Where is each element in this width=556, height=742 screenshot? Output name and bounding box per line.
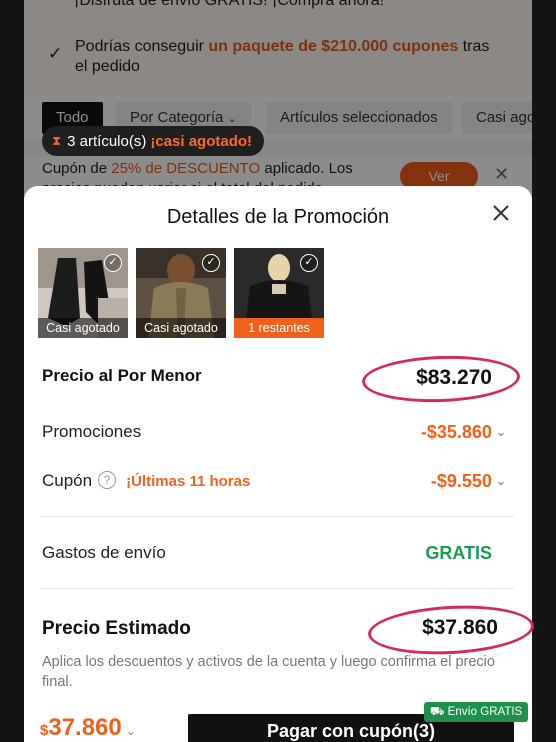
close-icon[interactable]: [490, 202, 512, 224]
promotions-label: Promociones: [42, 422, 142, 441]
thumbnail-caption: Casi agotado: [38, 318, 128, 338]
footer-total[interactable]: $37.860 ⌄: [40, 714, 136, 742]
thumbnail-caption: Casi agotado: [136, 318, 226, 338]
checkmark-icon: ✓: [104, 254, 122, 272]
thumbnail-caption: 1 restantes: [234, 318, 324, 338]
product-thumbnail[interactable]: ✓ Casi agotado: [136, 248, 226, 338]
ship-badge-label: Envío GRATIS: [447, 706, 523, 718]
chevron-down-icon: ⌄: [495, 474, 506, 488]
coupon-row-value[interactable]: -$9.550 ⌄: [431, 471, 506, 492]
chevron-down-icon: ⌄: [125, 724, 136, 738]
promotion-details-sheet: Detalles de la Promoción ✓ Casi agotado: [24, 186, 536, 742]
hourglass-icon: ⧗: [52, 133, 62, 148]
product-thumbnail[interactable]: ✓ 1 restantes: [234, 248, 324, 338]
divider: [42, 588, 514, 589]
coupon-value: -$9.550: [430, 471, 492, 491]
retail-price-label: Precio al Por Menor: [42, 366, 202, 385]
annotation-circle: [366, 601, 536, 659]
free-shipping-badge: ⛟ Envío GRATIS: [424, 702, 529, 722]
coupon-expiry: ¡Últimas 11 horas: [126, 473, 251, 490]
sheet-title: Detalles de la Promoción: [166, 206, 390, 228]
price-note: Aplica los descuentos y activos de la cu…: [42, 654, 495, 690]
truck-icon: ⛟: [430, 706, 445, 718]
coupon-row-label: Cupón? ¡Últimas 11 horas: [42, 471, 250, 491]
side-bar-left: [0, 0, 24, 742]
checkmark-icon: ✓: [202, 254, 220, 272]
chevron-down-icon: ⌄: [495, 425, 506, 439]
checkmark-icon: ✓: [300, 254, 318, 272]
shipping-value: GRATIS: [425, 543, 492, 563]
pill-count: 3 artículo(s): [67, 132, 147, 150]
coupon-label: Cupón: [42, 471, 93, 490]
side-bar-right: [532, 0, 556, 742]
annotation-circle: [361, 353, 521, 405]
divider: [42, 516, 514, 517]
product-thumbnails: ✓ Casi agotado ✓ Casi agotado ✓ 1 restan…: [38, 248, 324, 338]
estimated-price-label: Precio Estimado: [42, 618, 191, 639]
low-stock-pill: ⧗ 3 artículo(s) ¡casi agotado!: [42, 126, 265, 156]
promotions-value: -$35.860: [420, 422, 492, 442]
product-thumbnail[interactable]: ✓ Casi agotado: [38, 248, 128, 338]
pill-warning: ¡casi agotado!: [150, 132, 253, 150]
footer-total-value: 37.860: [48, 714, 122, 741]
promotions-row-value[interactable]: -$35.860 ⌄: [421, 422, 506, 443]
help-icon[interactable]: ?: [98, 471, 117, 489]
shipping-label: Gastos de envío: [42, 543, 166, 562]
screen: ¡Disfruta de envío GRATIS! ¡Compra ahora…: [0, 0, 556, 742]
